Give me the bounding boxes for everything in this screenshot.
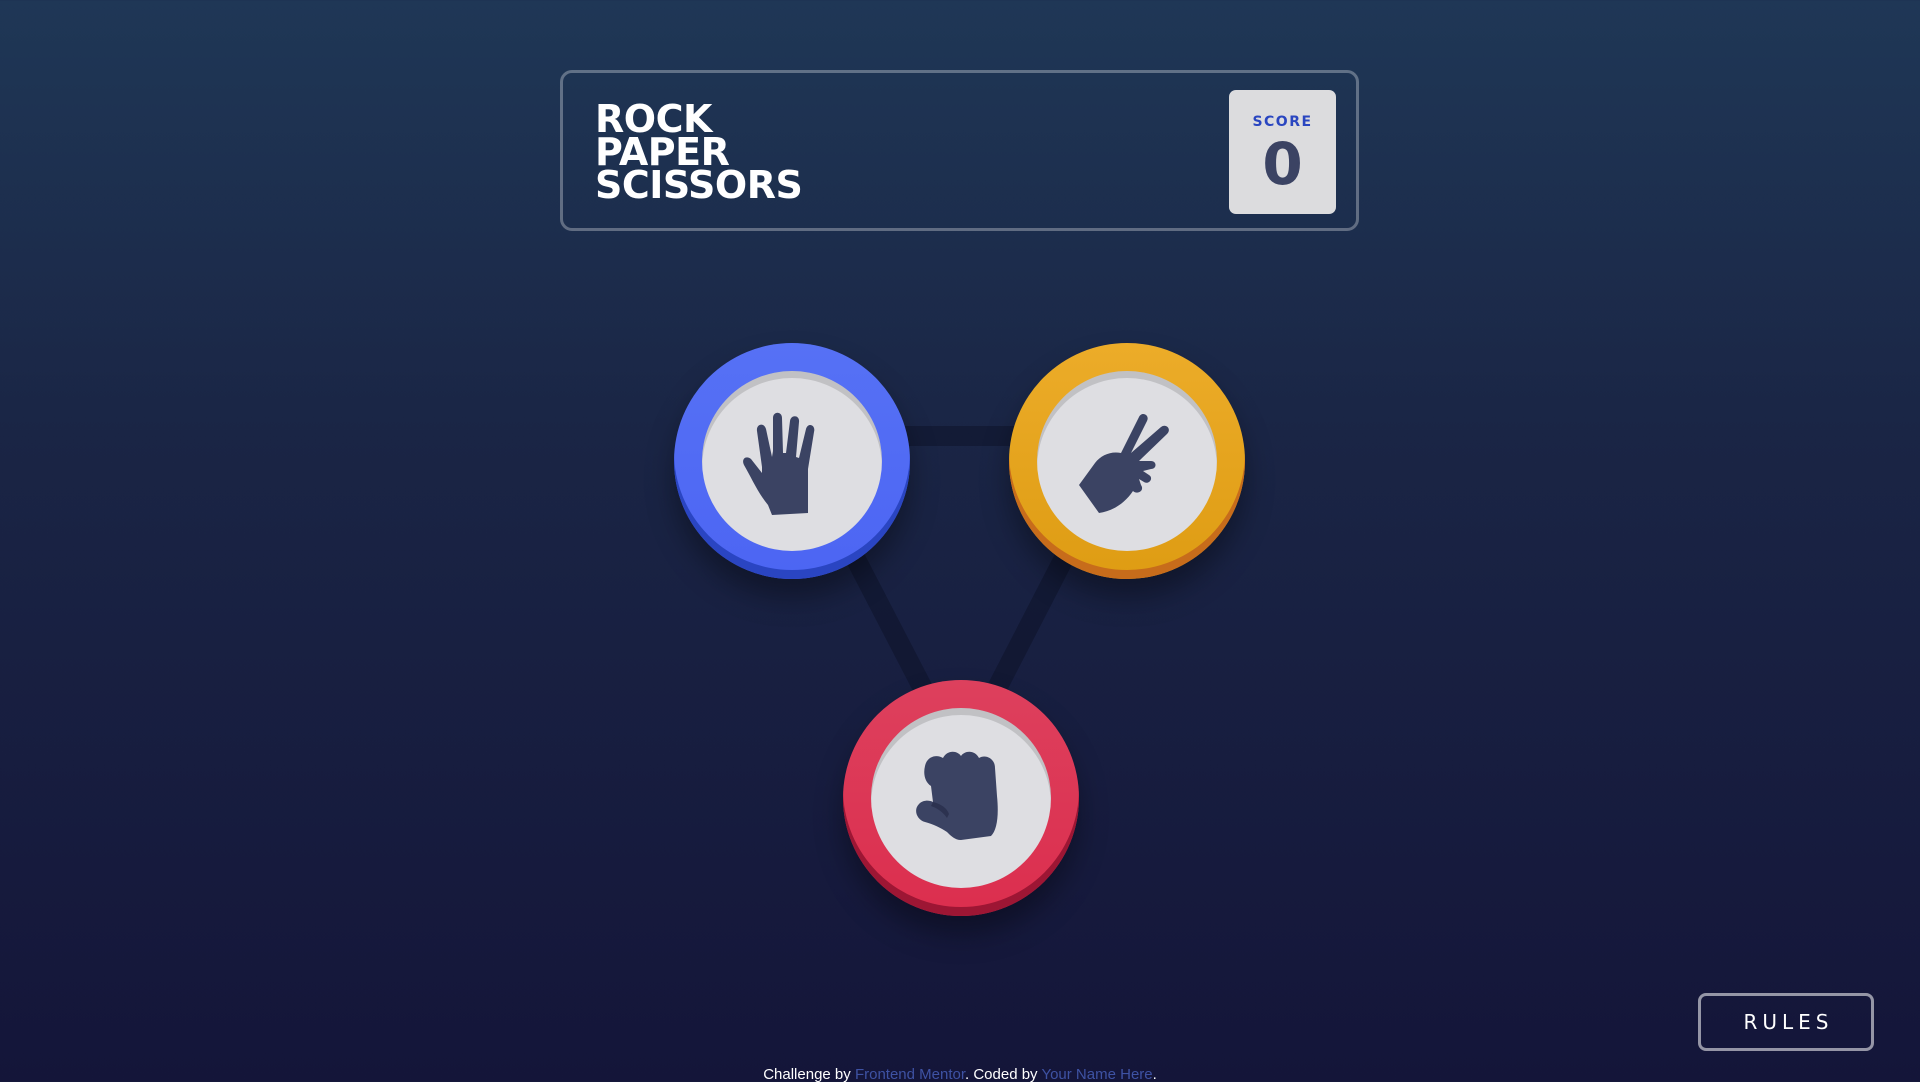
attribution-suffix: . — [1152, 1066, 1157, 1082]
attribution-prefix: Challenge by — [763, 1066, 855, 1082]
rock-button[interactable] — [843, 680, 1079, 916]
rock-inner-circle — [871, 708, 1051, 888]
frontend-mentor-link[interactable]: Frontend Mentor — [855, 1066, 965, 1082]
paper-inner-circle — [702, 371, 882, 551]
attribution-middle: . Coded by — [965, 1066, 1042, 1082]
author-link[interactable]: Your Name Here — [1041, 1066, 1152, 1082]
rock-fist-icon — [916, 751, 998, 840]
scissors-button[interactable] — [1009, 343, 1245, 579]
scissors-inner-circle — [1037, 371, 1217, 551]
paper-button[interactable] — [674, 343, 910, 579]
game-board — [0, 0, 1920, 1082]
attribution: Challenge by Frontend Mentor. Coded by Y… — [0, 1066, 1920, 1082]
rules-button[interactable]: RULES — [1698, 993, 1874, 1051]
triangle-background — [782, 426, 1137, 770]
scissors-hand-icon — [1079, 414, 1169, 513]
paper-hand-icon — [743, 412, 815, 515]
